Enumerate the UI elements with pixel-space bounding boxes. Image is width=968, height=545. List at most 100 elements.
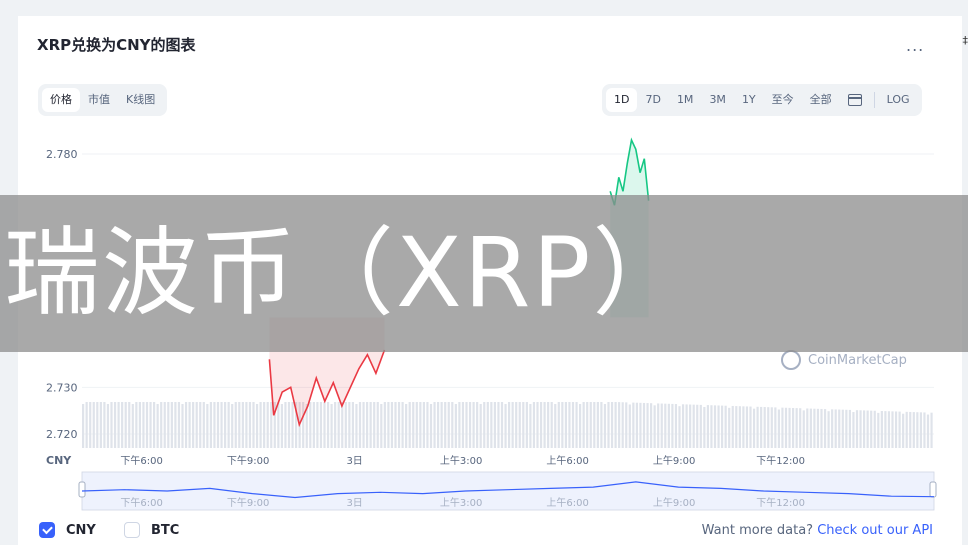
volume-bar	[376, 402, 379, 448]
navigator-left-handle[interactable]	[78, 481, 86, 498]
volume-bar	[465, 402, 468, 448]
volume-bar	[170, 402, 173, 448]
volume-bar	[756, 406, 759, 448]
volume-bar	[156, 404, 159, 448]
volume-bar	[696, 404, 699, 448]
volume-bar	[493, 402, 496, 448]
volume-bar	[557, 402, 560, 448]
volume-bar	[816, 408, 820, 448]
navigator-tick-label: 3日	[346, 498, 362, 509]
volume-bar	[216, 402, 220, 448]
volume-bar	[838, 409, 841, 448]
volume-bar	[909, 411, 912, 448]
volume-bar	[500, 402, 504, 448]
volume-bar	[255, 404, 259, 448]
volume-bar	[121, 402, 124, 448]
volume-bar	[287, 402, 291, 448]
legend-label: CNY	[66, 522, 96, 538]
volume-bar	[483, 402, 486, 448]
volume-bar	[866, 410, 869, 448]
volume-bar	[706, 405, 709, 448]
volume-bar	[362, 402, 365, 448]
volume-bar	[532, 402, 536, 448]
volume-bar	[575, 402, 578, 448]
volume-bar	[113, 402, 117, 448]
volume-bar	[852, 412, 855, 448]
volume-bar	[774, 407, 777, 448]
navigator-tick-label: 下午6:00	[120, 496, 162, 509]
volume-bar	[468, 402, 472, 448]
navigator-tick-label: 下午9:00	[227, 496, 269, 509]
volume-bar	[554, 404, 557, 448]
legend-btc[interactable]: BTC	[124, 522, 179, 538]
coinmarketcap-watermark: CoinMarketCap	[781, 350, 907, 370]
volume-bar	[135, 402, 138, 448]
volume-bar	[806, 408, 809, 448]
checkbox-checked-icon[interactable]	[39, 522, 55, 538]
volume-bar	[490, 402, 493, 448]
volume-bar	[799, 408, 802, 448]
volume-bar	[603, 404, 607, 448]
volume-bar	[635, 402, 638, 448]
volume-bar	[334, 402, 337, 448]
volume-bar	[419, 402, 422, 448]
volume-bar	[433, 402, 436, 448]
volume-bar	[564, 402, 567, 448]
y-tick-label: 2.780	[46, 148, 78, 161]
volume-bar	[476, 402, 479, 448]
navigator-window[interactable]	[81, 471, 935, 511]
volume-bar	[880, 411, 883, 448]
legend-cny[interactable]: CNY	[39, 522, 96, 538]
volume-bar	[525, 402, 528, 448]
volume-bar	[355, 404, 358, 448]
volume-bar	[894, 411, 898, 448]
volume-bar	[752, 408, 756, 448]
volume-bar	[699, 404, 702, 448]
volume-bar	[234, 402, 237, 448]
checkbox-unchecked-icon[interactable]	[124, 522, 140, 538]
volume-bar	[717, 405, 720, 448]
api-link[interactable]: Check out our API	[817, 523, 933, 538]
volume-bar	[738, 406, 741, 448]
volume-bar	[536, 402, 539, 448]
volume-bar	[809, 408, 812, 448]
volume-bar	[447, 402, 450, 448]
volume-bar	[451, 402, 454, 448]
coinmarketcap-logo-icon	[781, 350, 801, 370]
volume-bar	[792, 408, 795, 448]
volume-bar	[145, 402, 149, 448]
volume-bar	[504, 404, 507, 448]
volume-bar	[245, 402, 248, 448]
volume-bar	[919, 412, 922, 448]
volume-bar	[884, 411, 887, 448]
volume-bar	[92, 402, 95, 448]
volume-bar	[650, 403, 653, 448]
volume-bar	[586, 402, 589, 448]
volume-bar	[653, 405, 656, 448]
volume-bar	[891, 411, 894, 448]
volume-bar	[138, 402, 141, 448]
volume-bar	[85, 402, 88, 448]
x-tick-label: 上午9:00	[653, 454, 695, 467]
banner-title: 瑞波币（XRP）	[4, 217, 691, 329]
navigator-right-handle[interactable]	[929, 481, 937, 498]
volume-bar	[252, 402, 255, 448]
volume-bar	[508, 402, 511, 448]
volume-bar	[444, 402, 447, 448]
volume-bar	[348, 402, 351, 448]
volume-bar	[639, 402, 642, 448]
volume-bar	[593, 402, 596, 448]
volume-bar	[181, 404, 184, 448]
volume-bar	[855, 410, 859, 448]
volume-bar	[628, 404, 631, 448]
volume-bar	[277, 402, 280, 448]
volume-bar	[209, 402, 212, 448]
volume-bar	[486, 402, 489, 448]
volume-bar	[163, 402, 166, 448]
volume-bar	[390, 402, 394, 448]
volume-bar	[238, 402, 241, 448]
volume-bar	[422, 402, 425, 448]
volume-bar	[742, 406, 745, 448]
volume-bar	[926, 414, 930, 448]
navigator-tick-label: 上午9:00	[653, 496, 695, 509]
